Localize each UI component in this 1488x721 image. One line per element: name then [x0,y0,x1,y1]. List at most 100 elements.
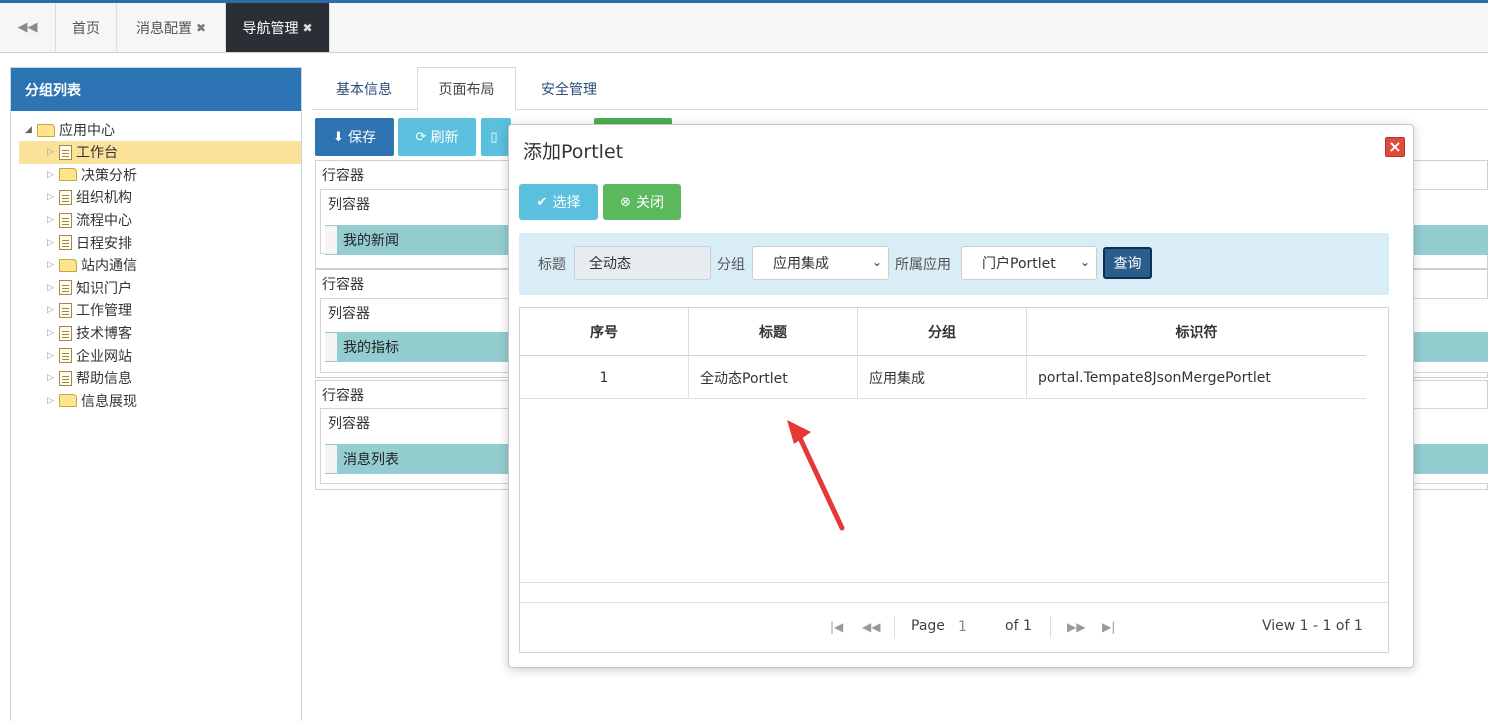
tree-node-label: 技术博客 [76,326,132,343]
column-header-identifier[interactable]: 标识符 [1027,308,1366,356]
tree-node[interactable]: ▷ 决策分析 [11,164,301,187]
row-container-label: 行容器 [322,277,364,293]
app-filter-select[interactable]: 门户Portlet ⌄ [961,246,1097,280]
select-button[interactable]: ✔ 选择 [519,184,598,220]
tab-label: 基本信息 [336,81,392,98]
portlet-handle[interactable] [325,333,337,361]
tree-node-label: 组织机构 [76,190,132,207]
app-filter-label: 所属应用 [895,257,951,273]
close-icon[interactable]: × [1385,137,1405,157]
collapsed-arrow-icon[interactable]: ▷ [47,260,59,270]
page-number-input[interactable]: 1 [954,614,998,640]
column-header-number[interactable]: 序号 [520,308,689,356]
table-row[interactable]: 1 全动态Portlet 应用集成 portal.Tempate8JsonMer… [520,356,1366,399]
collapsed-arrow-icon[interactable]: ▷ [47,238,59,248]
annotation-arrow-icon [787,420,845,531]
panel-title: 分组列表 [11,68,301,111]
toolbar-button-hidden[interactable]: ▯ [481,118,511,156]
collapsed-arrow-icon[interactable]: ▷ [47,328,59,338]
button-label: 查询 [1113,256,1142,272]
folder-icon [59,258,77,272]
tab-navigation-management[interactable]: 导航管理 ✖ [226,3,330,52]
group-list-panel: 分组列表 ◢ 应用中心 ▷ 工作台 ▷ 决策分析 ▷ 组织机构 ▷ 流程中心 ▷ 日程安排 ▷ 站内通… [10,67,302,721]
tab-page-layout[interactable]: 页面布局 [417,67,516,111]
collapsed-arrow-icon[interactable]: ▷ [47,351,59,361]
collapsed-arrow-icon[interactable]: ▷ [47,305,59,315]
tab-message-config[interactable]: 消息配置 ✖ [117,3,226,52]
close-button[interactable]: ⊗ 关闭 [603,184,681,220]
tree-node[interactable]: ▷ 组织机构 [11,186,301,209]
tree-node[interactable]: ▷ 日程安排 [11,231,301,254]
dialog-title: 添加Portlet [523,141,624,163]
tab-label: 安全管理 [541,81,597,98]
cell-group: 应用集成 [858,356,1027,399]
tree-node[interactable]: ▷ 工作管理 [11,299,301,322]
last-page-icon[interactable]: ▶| [1102,620,1115,634]
next-page-icon[interactable]: ▶▶ [1067,620,1085,634]
refresh-button[interactable]: ⟳ 刷新 [398,118,476,156]
sub-tab-bar: 基本信息 页面布局 安全管理 [312,67,1488,111]
check-icon: ✔ [536,194,548,210]
collapsed-arrow-icon[interactable]: ▷ [47,396,59,406]
select-value: 应用集成 [773,256,829,272]
pager: |◀ ◀◀ Page 1 of 1 ▶▶ ▶| View 1 - 1 of 1 [520,604,1388,652]
portlet-handle[interactable] [325,226,337,254]
add-portlet-dialog: 添加Portlet × ✔ 选择 ⊗ 关闭 标题 全动态 分组 应用集成 ⌄ 所… [508,124,1414,668]
tree-node[interactable]: ▷ 知识门户 [11,277,301,300]
grid-scrollbar-track[interactable] [520,602,1388,603]
tab-bar: ◀◀ 首页 消息配置 ✖ 导航管理 ✖ [0,3,1488,53]
tree-node[interactable]: ▷ 流程中心 [11,209,301,232]
cell-number: 1 [520,356,689,399]
tree-node[interactable]: ▷ 工作台 [19,141,301,164]
column-container-label: 列容器 [328,306,370,322]
portlet-handle[interactable] [325,445,337,473]
tree-node-label: 应用中心 [59,123,115,139]
collapsed-arrow-icon[interactable]: ▷ [47,170,59,180]
collapsed-arrow-icon[interactable]: ▷ [47,283,59,293]
column-container-label: 列容器 [328,416,370,432]
close-icon[interactable]: ✖ [196,21,206,35]
tree-node[interactable]: ▷ 信息展现 [11,390,301,413]
doc-icon [59,302,72,318]
collapsed-arrow-icon[interactable]: ▷ [47,192,59,202]
tab-basic-info[interactable]: 基本信息 [314,67,414,110]
expanded-arrow-icon[interactable]: ◢ [25,125,37,135]
portlet-title: 消息列表 [343,452,399,468]
title-filter-input[interactable]: 全动态 [574,246,711,280]
tree-node[interactable]: ▷ 技术博客 [11,322,301,345]
pager-divider [894,616,895,638]
query-button[interactable]: 查询 [1103,247,1152,279]
group-filter-label: 分组 [717,257,745,273]
collapsed-arrow-icon[interactable]: ▷ [47,147,59,157]
save-button[interactable]: ⬇ 保存 [315,118,394,156]
tab-label: 首页 [72,20,100,37]
folder-icon [59,394,77,408]
close-icon[interactable]: ✖ [302,21,312,35]
prev-page-icon[interactable]: ◀◀ [862,620,880,634]
collapsed-arrow-icon[interactable]: ▷ [47,373,59,383]
tree-node[interactable]: ▷ 企业网站 [11,344,301,367]
portlet-grid: 序号 标题 分组 标识符 1 全动态Portlet 应用集成 portal.Te… [519,307,1389,653]
portlet-title: 我的指标 [343,340,399,356]
column-header-group[interactable]: 分组 [858,308,1027,356]
tree-root-node[interactable]: ◢ 应用中心 [11,119,301,141]
tab-security-management[interactable]: 安全管理 [519,67,619,110]
group-filter-select[interactable]: 应用集成 ⌄ [752,246,889,280]
column-header-title[interactable]: 标题 [689,308,858,356]
tab-home[interactable]: 首页 [56,3,117,52]
tree-node[interactable]: ▷ 帮助信息 [11,367,301,390]
column-container-label: 列容器 [328,197,370,213]
tab-scroll-left-button[interactable]: ◀◀ [0,3,56,52]
title-filter-label: 标题 [538,257,566,273]
tree-node[interactable]: ▷ 站内通信 [11,254,301,277]
grid-body-bottom [520,582,1388,583]
chevron-down-icon: ⌄ [871,255,882,269]
view-range-label: View 1 - 1 of 1 [1262,618,1363,634]
tree-node-label: 决策分析 [81,167,137,184]
collapsed-arrow-icon[interactable]: ▷ [47,215,59,225]
doc-icon [59,280,72,296]
first-page-icon[interactable]: |◀ [830,620,843,634]
tree-node-label: 信息展现 [81,393,137,410]
group-tree: ◢ 应用中心 ▷ 工作台 ▷ 决策分析 ▷ 组织机构 ▷ 流程中心 ▷ 日程安排 ▷ 站内通信 ▷ 知识门… [11,111,301,412]
tree-node-label: 工作台 [76,145,118,162]
